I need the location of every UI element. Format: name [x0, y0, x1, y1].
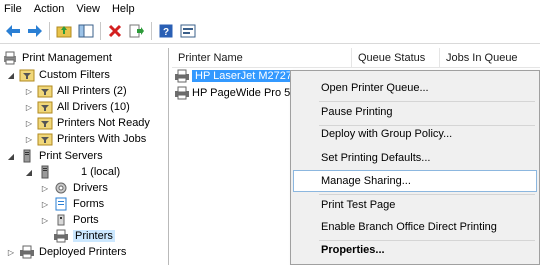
toolbar: ? [0, 18, 540, 44]
tree-item-all-drivers[interactable]: ▷ All Drivers (10) [24, 99, 130, 115]
collapse-arrow-icon[interactable]: ◢ [6, 70, 16, 80]
help-icon[interactable]: ? [155, 20, 177, 42]
up-folder-icon[interactable] [53, 20, 75, 42]
list-item[interactable]: HP PageWide Pro 57 [174, 85, 296, 101]
menu-view[interactable]: View [70, 0, 106, 18]
menu-item-deploy-group-policy[interactable]: Deploy with Group Policy... [293, 123, 537, 145]
list-header: Printer Name Queue Status Jobs In Queue [172, 48, 540, 68]
filter-icon [37, 132, 53, 146]
expand-arrow-icon[interactable]: ▷ [24, 134, 34, 144]
filter-icon [37, 116, 53, 130]
menu-item-open-printer-queue[interactable]: Open Printer Queue... [293, 77, 537, 99]
printer-name: HP LaserJet M2727 [192, 70, 296, 82]
delete-icon[interactable] [104, 20, 126, 42]
menu-item-print-test-page[interactable]: Print Test Page [293, 194, 537, 216]
back-icon[interactable] [2, 20, 24, 42]
forms-icon [53, 197, 69, 211]
tree-item-ports[interactable]: ▷ Ports [40, 212, 99, 228]
expand-arrow-icon[interactable]: ▷ [40, 215, 50, 225]
menu-bar: File Action View Help [0, 0, 540, 18]
filter-icon [37, 100, 53, 114]
list-item[interactable]: HP LaserJet M2727 [174, 68, 296, 84]
toolbar-separator [100, 21, 101, 40]
printer-icon [53, 229, 69, 243]
tree-item-printers-with-jobs[interactable]: ▷ Printers With Jobs [24, 131, 146, 147]
tree-item-local-server[interactable]: ◢ 1 (local) [24, 164, 120, 180]
tree-item-print-management[interactable]: Print Management [2, 50, 112, 66]
expand-arrow-icon[interactable]: ▷ [40, 199, 50, 209]
menu-help[interactable]: Help [106, 0, 141, 18]
menu-file[interactable]: File [0, 0, 28, 18]
tree-item-forms[interactable]: ▷ Forms [40, 196, 104, 212]
printer-icon [174, 69, 192, 83]
menu-item-enable-branch-office-direct-printing[interactable]: Enable Branch Office Direct Printing [293, 216, 537, 238]
ports-icon [53, 213, 69, 227]
printer-icon [174, 86, 192, 100]
export-icon[interactable] [126, 20, 148, 42]
tree-item-deployed-printers[interactable]: ▷ Deployed Printers [6, 244, 126, 260]
server-icon [37, 165, 53, 179]
show-hide-tree-icon[interactable] [75, 20, 97, 42]
collapse-arrow-icon[interactable]: ◢ [6, 151, 16, 161]
tree-item-all-printers[interactable]: ▷ All Printers (2) [24, 83, 127, 99]
properties-pane-icon[interactable] [177, 20, 199, 42]
menu-action[interactable]: Action [28, 0, 71, 18]
print-management-icon [2, 51, 18, 65]
svg-text:?: ? [163, 27, 169, 38]
tree-item-printers-not-ready[interactable]: ▷ Printers Not Ready [24, 115, 150, 131]
expand-arrow-icon[interactable]: ▷ [24, 86, 34, 96]
filter-icon [37, 84, 53, 98]
menu-item-pause-printing[interactable]: Pause Printing [293, 101, 537, 123]
expand-arrow-icon[interactable]: ▷ [6, 247, 16, 257]
menu-item-set-printing-defaults[interactable]: Set Printing Defaults... [293, 147, 537, 169]
printer-name: HP PageWide Pro 57 [192, 87, 297, 99]
expand-arrow-icon[interactable]: ▷ [24, 118, 34, 128]
server-icon [19, 149, 35, 163]
collapse-arrow-icon[interactable]: ◢ [24, 167, 34, 177]
menu-item-manage-sharing[interactable]: Manage Sharing... [293, 170, 537, 192]
drivers-icon [53, 181, 69, 195]
expand-arrow-icon[interactable]: ▷ [24, 102, 34, 112]
menu-item-properties[interactable]: Properties... [293, 239, 537, 261]
forward-icon[interactable] [24, 20, 46, 42]
tree-item-printers[interactable]: Printers [53, 228, 115, 244]
column-header-queue-status[interactable]: Queue Status [352, 48, 440, 68]
expand-arrow-icon[interactable]: ▷ [40, 183, 50, 193]
toolbar-separator [49, 21, 50, 40]
context-menu: Open Printer Queue... Pause Printing Dep… [290, 70, 540, 265]
deployed-printer-icon [19, 245, 35, 259]
navigation-tree: Print Management ◢ Custom Filters ▷ All … [0, 48, 169, 265]
tree-item-drivers[interactable]: ▷ Drivers [40, 180, 108, 196]
toolbar-separator [151, 21, 152, 40]
column-header-jobs-in-queue[interactable]: Jobs In Queue [440, 48, 540, 68]
filter-folder-icon [19, 68, 35, 82]
tree-item-custom-filters[interactable]: ◢ Custom Filters [6, 67, 110, 83]
tree-item-print-servers[interactable]: ◢ Print Servers [6, 148, 103, 164]
column-header-printer-name[interactable]: Printer Name [172, 48, 352, 68]
